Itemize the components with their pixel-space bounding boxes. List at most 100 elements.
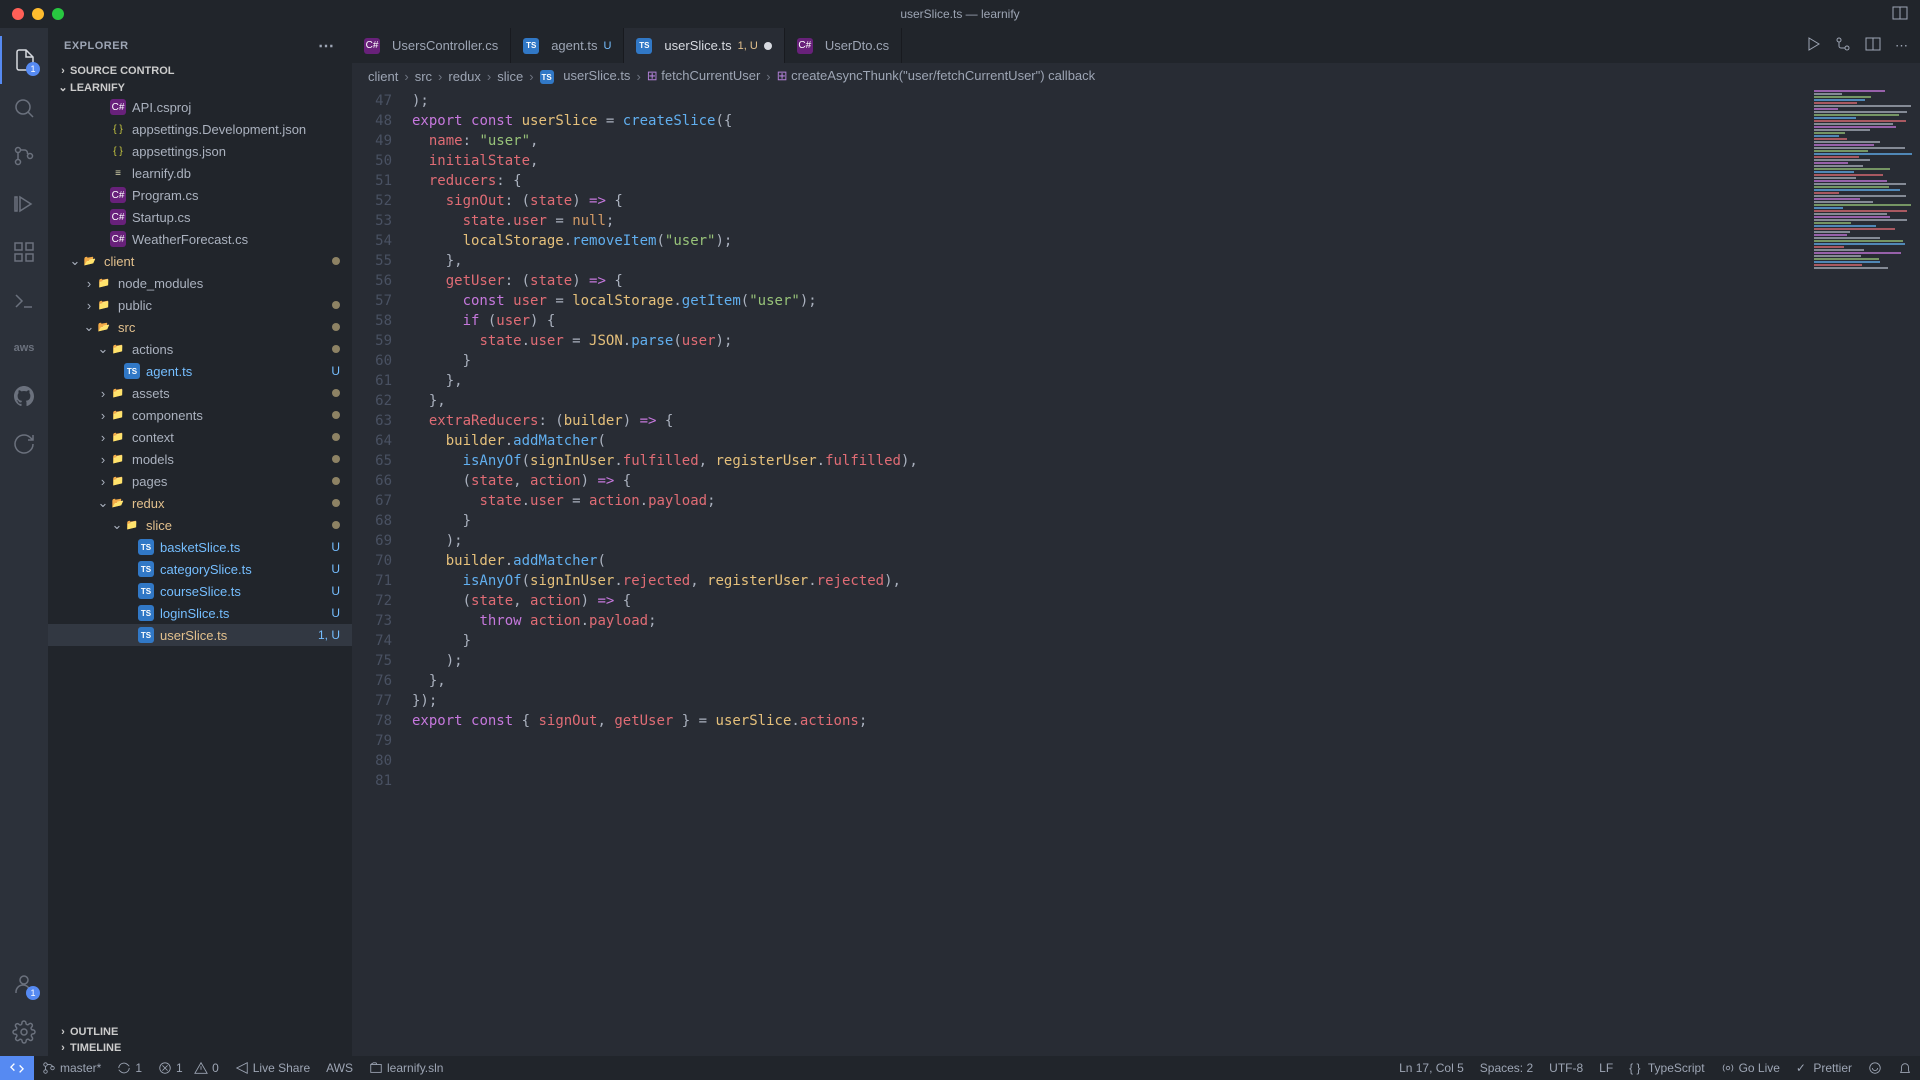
tab-UserDto-cs[interactable]: C#UserDto.cs [785,28,902,63]
modified-dot-icon [332,323,340,331]
indent-status[interactable]: Spaces: 2 [1472,1061,1541,1075]
explorer-more-icon[interactable]: ⋯ [318,36,336,56]
tree-label: appsettings.Development.json [132,122,340,137]
github-icon[interactable] [0,372,48,420]
section-workspace[interactable]: ⌄LEARNIFY [48,79,352,96]
tree-item-slice[interactable]: ⌄📁slice [48,514,352,536]
tree-item-public[interactable]: ›📁public [48,294,352,316]
modified-dot-icon [332,433,340,441]
aws-icon[interactable]: aws [0,324,48,372]
breadcrumb[interactable]: client›src›redux›slice›TS userSlice.ts›⊞… [352,63,1920,89]
tree-item-learnify-db[interactable]: ≡learnify.db [48,162,352,184]
tab-UsersController-cs[interactable]: C#UsersController.cs [352,28,511,63]
tree-item-appsettings-json[interactable]: { }appsettings.json [48,140,352,162]
modified-dot-icon [332,389,340,397]
breadcrumb-item[interactable]: src [415,69,432,84]
remote-button[interactable] [0,1056,34,1080]
section-timeline[interactable]: ›TIMELINE [48,1040,352,1056]
tree-label: public [118,298,328,313]
minimize-window-button[interactable] [32,8,44,20]
encoding-status[interactable]: UTF-8 [1541,1061,1591,1075]
refresh-icon[interactable] [0,420,48,468]
close-window-button[interactable] [12,8,24,20]
sync-status[interactable]: 1 [109,1061,150,1075]
cursor-position[interactable]: Ln 17, Col 5 [1391,1061,1472,1075]
more-icon[interactable]: ⋯ [1895,38,1908,54]
tree-item-components[interactable]: ›📁components [48,404,352,426]
tree-item-categorySlice-ts[interactable]: TScategorySlice.tsU [48,558,352,580]
breadcrumb-item[interactable]: slice [497,69,523,84]
tree-label: userSlice.ts [160,628,318,643]
breadcrumb-item[interactable]: ⊞ createAsyncThunk("user/fetchCurrentUse… [777,68,1096,84]
tree-item-client[interactable]: ⌄📂client [48,250,352,272]
account-icon[interactable]: 1 [0,960,48,1008]
language-status[interactable]: { } TypeScript [1621,1061,1712,1075]
tree-item-loginSlice-ts[interactable]: TSloginSlice.tsU [48,602,352,624]
tab-label: UsersController.cs [392,38,498,53]
problems-status[interactable]: 1 0 [150,1061,227,1075]
liveshare-status[interactable]: Live Share [227,1061,318,1075]
split-icon[interactable] [1865,36,1881,55]
status-bar: master* 1 1 0 Live Share AWS learnify.sl… [0,1056,1920,1080]
tab-userSlice-ts[interactable]: TSuserSlice.ts1, U [624,28,784,63]
tree-item-agent-ts[interactable]: TSagent.tsU [48,360,352,382]
tree-item-Startup-cs[interactable]: C#Startup.cs [48,206,352,228]
branch-status[interactable]: master* [34,1061,109,1075]
tree-item-WeatherForecast-cs[interactable]: C#WeatherForecast.cs [48,228,352,250]
layout-toggle-icon[interactable] [1892,5,1908,24]
editor-body[interactable]: 47 48 49 50 51 52 53 54 55 56 57 58 59 6… [352,89,1920,1056]
tree-label: Program.cs [132,188,340,203]
breadcrumb-item[interactable]: redux [448,69,481,84]
modified-dot-icon [332,345,340,353]
breadcrumb-item[interactable]: ⊞ fetchCurrentUser [647,68,761,84]
tree-item-userSlice-ts[interactable]: TSuserSlice.ts1, U [48,624,352,646]
tree-item-basketSlice-ts[interactable]: TSbasketSlice.tsU [48,536,352,558]
editor-area: C#UsersController.csTSagent.tsUTSuserSli… [352,28,1920,1056]
explorer-tab-icon[interactable]: 1 [0,36,48,84]
tree-item-courseSlice-ts[interactable]: TScourseSlice.tsU [48,580,352,602]
solution-status[interactable]: learnify.sln [361,1061,451,1075]
feedback-icon[interactable] [1860,1061,1890,1075]
tree-item-src[interactable]: ⌄📂src [48,316,352,338]
modified-dot-icon [332,521,340,529]
tree-label: pages [132,474,328,489]
run-icon[interactable] [1805,36,1821,55]
section-source-control[interactable]: ›SOURCE CONTROL [48,63,352,79]
tree-item-actions[interactable]: ⌄📁actions [48,338,352,360]
tree-item-assets[interactable]: ›📁assets [48,382,352,404]
diff-icon[interactable] [1835,36,1851,55]
aws-status[interactable]: AWS [318,1061,361,1075]
breadcrumb-sep: › [529,69,533,84]
prettier-status[interactable]: ✓ Prettier [1788,1061,1860,1075]
chevron-right-icon: › [96,474,110,489]
debug-icon[interactable] [0,180,48,228]
tree-item-pages[interactable]: ›📁pages [48,470,352,492]
tab-label: UserDto.cs [825,38,889,53]
code-content[interactable]: );export const userSlice = createSlice({… [412,89,1920,1056]
tree-item-appsettings-Development-json[interactable]: { }appsettings.Development.json [48,118,352,140]
file-tree[interactable]: C#API.csproj{ }appsettings.Development.j… [48,96,352,1024]
maximize-window-button[interactable] [52,8,64,20]
breadcrumb-item[interactable]: TS userSlice.ts [540,68,631,85]
tree-item-API-csproj[interactable]: C#API.csproj [48,96,352,118]
git-status: U [331,540,340,554]
tab-agent-ts[interactable]: TSagent.tsU [511,28,624,63]
settings-icon[interactable] [0,1008,48,1056]
extensions-icon[interactable] [0,228,48,276]
tree-item-redux[interactable]: ⌄📂redux [48,492,352,514]
source-control-icon[interactable] [0,132,48,180]
tree-item-context[interactable]: ›📁context [48,426,352,448]
tree-label: Startup.cs [132,210,340,225]
golive-status[interactable]: Go Live [1713,1061,1788,1075]
tree-item-node_modules[interactable]: ›📁node_modules [48,272,352,294]
minimap[interactable] [1810,89,1920,269]
eol-status[interactable]: LF [1591,1061,1621,1075]
tree-item-models[interactable]: ›📁models [48,448,352,470]
section-outline[interactable]: ›OUTLINE [48,1024,352,1040]
terminal-icon[interactable] [0,276,48,324]
tree-item-Program-cs[interactable]: C#Program.cs [48,184,352,206]
bell-icon[interactable] [1890,1061,1920,1075]
modified-dot-icon [332,257,340,265]
search-icon[interactable] [0,84,48,132]
breadcrumb-item[interactable]: client [368,69,398,84]
